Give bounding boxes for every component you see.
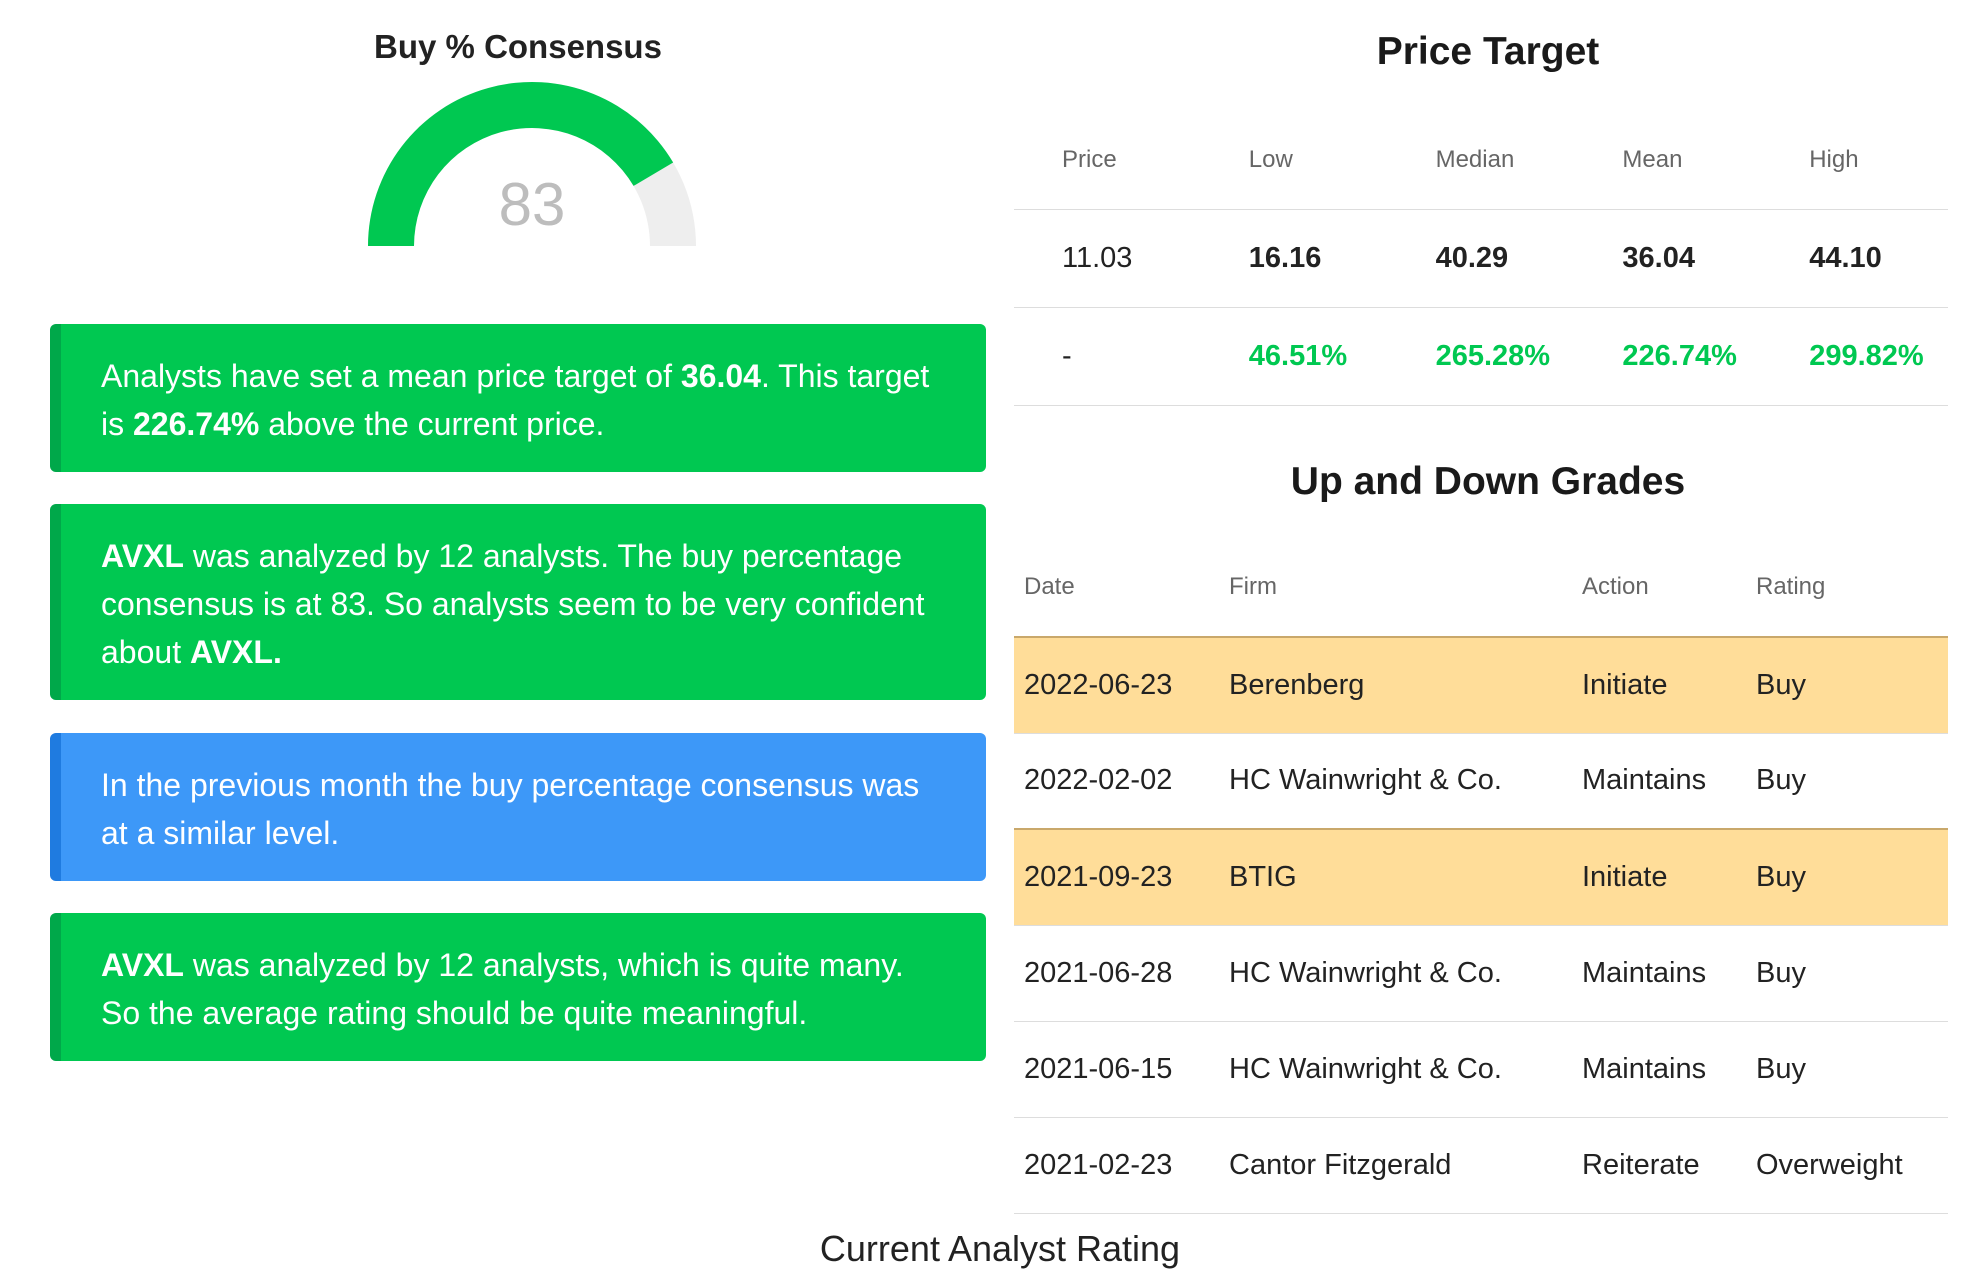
grade-date: 2021-02-23 — [1024, 1148, 1173, 1181]
card-text-run: In the previous month the buy percentage… — [101, 767, 920, 851]
percent-high: 299.82% — [1809, 339, 1924, 372]
card-text-run: Analysts have set a mean price target of — [101, 358, 681, 394]
grade-row: 2021-06-28 HC Wainwright & Co. Maintains Bu… — [1014, 925, 1948, 1021]
grade-rating: Buy — [1756, 860, 1806, 893]
grade-action: Reiterate — [1582, 1148, 1700, 1181]
header-median: Median — [1435, 146, 1515, 174]
header-mean: Mean — [1622, 146, 1683, 174]
grade-action: Maintains — [1582, 764, 1707, 797]
card-text-run: AVXL — [101, 538, 184, 574]
card-text-run: above the current price. — [259, 406, 605, 442]
card-analyst-count: AVXL was analyzed by 12 analysts, which … — [50, 913, 986, 1061]
grade-rating: Buy — [1756, 668, 1806, 701]
card-price-target-summary: Analysts have set a mean price target of… — [50, 324, 986, 472]
grade-row: 2021-02-23 Cantor Fitzgerald Reiterate Over… — [1014, 1117, 1948, 1213]
price-current: 11.03 — [1062, 241, 1133, 274]
card-text-run: 36.04 — [680, 358, 761, 394]
header-rating: Rating — [1756, 573, 1826, 600]
header-price: Price — [1062, 146, 1117, 174]
grades-title: Up and Down Grades — [1290, 460, 1686, 503]
grade-firm: BTIG — [1229, 860, 1297, 893]
left-column: Buy % Consensus 83 Analysts have set a m… — [0, 0, 1000, 1274]
percent-row: - 46.51% 265.28% 226.74% 299.82% — [1014, 307, 1948, 405]
header-high: High — [1809, 146, 1859, 174]
price-target-title: Price Target — [1376, 30, 1600, 73]
grade-date: 2021-09-23 — [1024, 860, 1173, 893]
gauge-value: 83 — [498, 171, 566, 238]
header-low: Low — [1248, 146, 1293, 174]
header-action: Action — [1582, 573, 1649, 600]
price-values-row: 11.03 16.16 40.29 36.04 44.10 — [1014, 209, 1948, 307]
grade-firm: Berenberg — [1229, 668, 1365, 701]
grade-date: 2022-06-23 — [1024, 668, 1173, 701]
grades-table: Date Firm Action Rating 2022-06-23 Berenb… — [1014, 538, 1948, 1214]
header-firm: Firm — [1229, 573, 1277, 600]
card-previous-month: In the previous month the buy percentage… — [50, 733, 986, 881]
card-text-run: was analyzed by 12 analysts, which is qu… — [101, 947, 904, 1031]
grade-firm: Cantor Fitzgerald — [1229, 1148, 1452, 1181]
grade-rating: Buy — [1756, 764, 1806, 797]
grade-date: 2022-02-02 — [1024, 764, 1173, 797]
right-column: Price Target Price Low Median Mean High … — [1000, 0, 1981, 1274]
price-high: 44.10 — [1809, 241, 1882, 274]
grades-header-row: Date Firm Action Rating — [1014, 538, 1948, 637]
consensus-gauge — [368, 82, 696, 246]
price-median: 40.29 — [1435, 241, 1509, 274]
grade-row: 2022-06-23 Berenberg Initiate Buy — [1014, 637, 1948, 733]
grade-action: Initiate — [1582, 668, 1668, 701]
card-analyst-confidence: AVXL was analyzed by 12 analysts. The bu… — [50, 504, 986, 700]
grade-date: 2021-06-15 — [1024, 1052, 1173, 1085]
grade-row: 2021-09-23 BTIG Initiate Buy — [1014, 829, 1948, 925]
header-date: Date — [1024, 573, 1075, 600]
grade-rating: Buy — [1756, 956, 1806, 989]
card-text-run: AVXL. — [189, 634, 282, 670]
grade-firm: HC Wainwright & Co. — [1229, 1052, 1502, 1085]
price-mean: 36.04 — [1622, 241, 1695, 274]
grade-action: Maintains — [1582, 1052, 1707, 1085]
grade-row: 2021-06-15 HC Wainwright & Co. Maintains Bu… — [1014, 1021, 1948, 1117]
percent-mean: 226.74% — [1622, 339, 1737, 372]
grade-firm: HC Wainwright & Co. — [1229, 764, 1502, 797]
current-analyst-rating-caption: Current Analyst Rating — [819, 1228, 1181, 1269]
grade-date: 2021-06-28 — [1024, 956, 1173, 989]
price-target-header-row: Price Low Median Mean High — [1014, 112, 1948, 209]
card-text-run: 226.74% — [133, 406, 260, 442]
grade-firm: HC Wainwright & Co. — [1229, 956, 1502, 989]
grade-action: Maintains — [1582, 956, 1707, 989]
percent-current: - — [1062, 339, 1072, 372]
grade-rating: Overweight — [1756, 1148, 1903, 1181]
grade-action: Initiate — [1582, 860, 1668, 893]
percent-low: 46.51% — [1248, 339, 1348, 372]
price-target-table: Price Low Median Mean High 11.03 16.16 4… — [1014, 112, 1948, 406]
card-text-run: AVXL — [101, 947, 184, 983]
grade-row: 2022-02-02 HC Wainwright & Co. Maintains Bu… — [1014, 733, 1948, 829]
percent-median: 265.28% — [1435, 339, 1551, 372]
grade-rating: Buy — [1756, 1052, 1806, 1085]
price-low: 16.16 — [1248, 241, 1322, 274]
